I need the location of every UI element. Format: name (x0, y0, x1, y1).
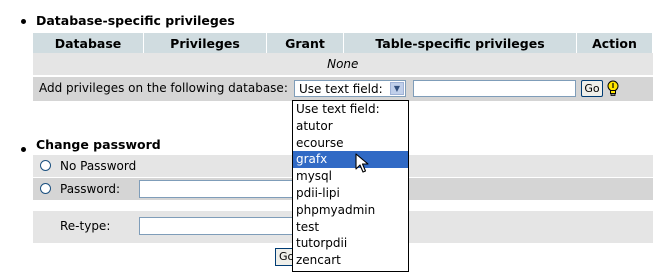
dropdown-option[interactable]: mysql (293, 168, 408, 185)
cursor-icon (355, 153, 369, 173)
dropdown-option[interactable]: ecourse (293, 135, 408, 152)
go-button[interactable]: Go (581, 80, 603, 97)
column-header: Privileges (143, 33, 267, 53)
bullet-icon (21, 147, 26, 152)
bulb-icon (607, 80, 619, 96)
dropdown-option[interactable]: test (293, 219, 408, 236)
database-text-input[interactable] (413, 80, 576, 97)
add-privileges-row: Add privileges on the following database… (33, 77, 653, 101)
dropdown-option-selected[interactable]: grafx (293, 151, 408, 169)
retype-label: Re-type: (60, 219, 111, 233)
password-radio[interactable] (40, 183, 51, 194)
table-row: None (33, 53, 653, 75)
column-header: Table-specific privileges (343, 33, 577, 53)
table-header-row: Database Privileges Grant Table-specific… (33, 33, 653, 53)
db-section-title: Database-specific privileges (36, 13, 235, 28)
dropdown-option[interactable]: zencart (293, 252, 408, 269)
dropdown-option[interactable]: tutorpdii (293, 235, 408, 252)
bullet-icon (21, 19, 26, 24)
column-header: Grant (266, 33, 344, 53)
dropdown-option[interactable]: phpmyadmin (293, 202, 408, 219)
dropdown-option[interactable]: pdii-lipi (293, 185, 408, 202)
dropdown-option[interactable]: atutor (293, 118, 408, 135)
no-password-label: No Password (60, 159, 137, 173)
column-header: Database (33, 33, 144, 53)
database-select[interactable]: Use text field: ▼ (294, 80, 406, 97)
add-privileges-label: Add privileges on the following database… (39, 81, 288, 95)
dropdown-arrow-icon[interactable]: ▼ (390, 82, 404, 95)
privileges-table: Database Privileges Grant Table-specific… (33, 33, 653, 75)
password-section-title: Change password (36, 137, 161, 152)
database-select-value: Use text field: (299, 82, 383, 96)
column-header: Action (576, 33, 653, 53)
dropdown-option[interactable]: Use text field: (293, 101, 408, 118)
database-dropdown-list: Use text field: atutor ecourse grafx mys… (292, 100, 409, 272)
empty-state: None (33, 53, 653, 75)
password-label: Password: (60, 182, 121, 196)
no-password-radio[interactable] (40, 160, 51, 171)
